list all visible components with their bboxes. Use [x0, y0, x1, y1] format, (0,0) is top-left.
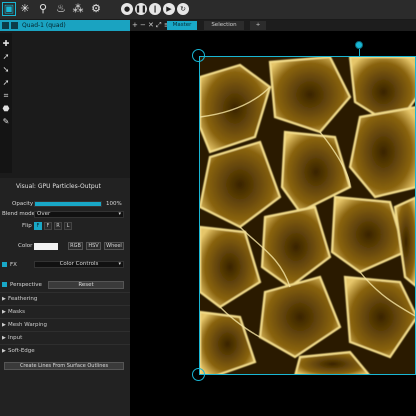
stage-tab-bar: + − ✕ ⤢ ≡ Master Selection + — [130, 20, 416, 31]
color-swatch[interactable] — [34, 243, 58, 250]
chevron-right-icon: ▶ — [2, 296, 6, 302]
chevron-right-icon: ▶ — [2, 335, 6, 341]
perspective-label: Perspective — [10, 282, 42, 288]
opacity-fill — [35, 202, 101, 206]
tab-add[interactable]: + — [250, 21, 266, 30]
particles-icon[interactable]: ✳ — [18, 2, 32, 16]
pointer-tool-icon[interactable]: ➚ — [1, 52, 11, 62]
chevron-right-icon: ▶ — [2, 309, 6, 315]
section-label: Soft-Edge — [8, 348, 35, 354]
output-surface[interactable] — [199, 56, 416, 375]
add-icon[interactable]: + — [132, 21, 138, 30]
chevron-right-icon: ▶ — [2, 348, 6, 354]
tool-strip: ✚ ➚ ➘ ➚ ⌗ ⬣ ✎ — [0, 33, 12, 173]
tab-master[interactable]: Master — [167, 21, 197, 30]
blend-mode-select[interactable]: Over ▾ — [34, 211, 124, 218]
fx-label: FX — [10, 262, 17, 268]
pointer-move-tool-icon[interactable]: ➚ — [1, 78, 11, 88]
section-masks[interactable]: ▶ Masks — [0, 305, 130, 318]
flip-button-3[interactable]: R — [54, 222, 62, 230]
blend-mode-label: Blend mode — [2, 211, 36, 217]
tab-selection[interactable]: Selection — [204, 21, 244, 30]
rotation-line — [359, 49, 360, 56]
create-lines-button[interactable]: Create Lines From Surface Outlines — [4, 362, 124, 370]
flip-label: Flip — [22, 223, 32, 229]
section-label: Masks — [8, 309, 26, 315]
layer-bar[interactable]: Quad-1 (quad) — [0, 20, 130, 31]
color-label: Color — [18, 243, 33, 249]
stop-icon[interactable]: ❙ — [149, 3, 161, 15]
panel-title: Visual: GPU Particles-Output — [16, 183, 101, 190]
play-icon[interactable]: ▶ — [163, 3, 175, 15]
record-icon[interactable]: ● — [121, 3, 133, 15]
hsv-button[interactable]: HSV — [86, 242, 101, 250]
section-input[interactable]: ▶ Input — [0, 331, 130, 344]
fx-checkbox[interactable] — [2, 262, 7, 267]
minus-icon[interactable]: − — [140, 21, 146, 30]
close-icon[interactable]: ✕ — [148, 21, 154, 30]
flip-button-4[interactable]: L — [64, 222, 72, 230]
bulb-icon[interactable]: ⚲ — [36, 2, 50, 16]
blend-mode-value: Over — [37, 211, 51, 217]
layer-lock-icon[interactable] — [11, 22, 18, 29]
top-toolbar: ▣ ✳ ⚲ ♨ ⁂ ⚙ ● ❚❚ ❙ ▶ ↻ — [0, 0, 416, 20]
corner-handle-bottom-left[interactable] — [192, 368, 205, 381]
section-label: Mesh Warping — [8, 322, 47, 328]
layer-name: Quad-1 (quad) — [22, 22, 66, 29]
opacity-label: Opacity — [12, 201, 34, 207]
section-feathering[interactable]: ▶ Feathering — [0, 292, 130, 305]
settings-icon[interactable]: ⚙ — [89, 2, 103, 16]
opacity-slider[interactable] — [34, 201, 102, 207]
edit-tool-icon[interactable]: ✎ — [1, 117, 11, 127]
flip-button-2[interactable]: F — [44, 222, 52, 230]
pause-icon[interactable]: ❚❚ — [135, 3, 147, 15]
section-soft-edge[interactable]: ▶ Soft-Edge — [0, 344, 130, 357]
particle-texture — [200, 57, 415, 374]
section-label: Feathering — [8, 296, 38, 302]
section-mesh-warping[interactable]: ▶ Mesh Warping — [0, 318, 130, 331]
corner-handle-top-left[interactable] — [192, 49, 205, 62]
drop-icon[interactable]: ♨ — [54, 2, 68, 16]
nodes-icon[interactable]: ⁂ — [71, 2, 85, 16]
fit-icon[interactable]: ⤢ — [156, 21, 162, 30]
opacity-value: 100% — [106, 201, 122, 207]
select-tool-icon[interactable]: ▣ — [2, 2, 16, 16]
section-label: Input — [8, 335, 23, 341]
chevron-down-icon: ▾ — [118, 261, 121, 267]
layer-visibility-icon[interactable] — [2, 22, 9, 29]
rotation-handle[interactable] — [355, 41, 363, 49]
fx-value: Color Controls — [59, 261, 99, 267]
reload-icon[interactable]: ↻ — [177, 3, 189, 15]
chevron-right-icon: ▶ — [2, 322, 6, 328]
chevron-down-icon: ▾ — [118, 211, 121, 217]
shape-tool-icon[interactable]: ⬣ — [1, 104, 11, 114]
properties-panel: Visual: GPU Particles-Output Opacity 100… — [0, 178, 130, 416]
fx-select[interactable]: Color Controls ▾ — [34, 261, 124, 268]
pointer-add-tool-icon[interactable]: ➘ — [1, 65, 11, 75]
perspective-checkbox[interactable] — [2, 282, 7, 287]
reset-button[interactable]: Reset — [48, 281, 124, 289]
crop-tool-icon[interactable]: ⌗ — [1, 91, 11, 101]
add-tool-icon[interactable]: ✚ — [1, 39, 11, 49]
rgb-button[interactable]: RGB — [68, 242, 83, 250]
wheel-button[interactable]: Wheel — [104, 242, 124, 250]
flip-button-1[interactable]: F — [34, 222, 42, 230]
